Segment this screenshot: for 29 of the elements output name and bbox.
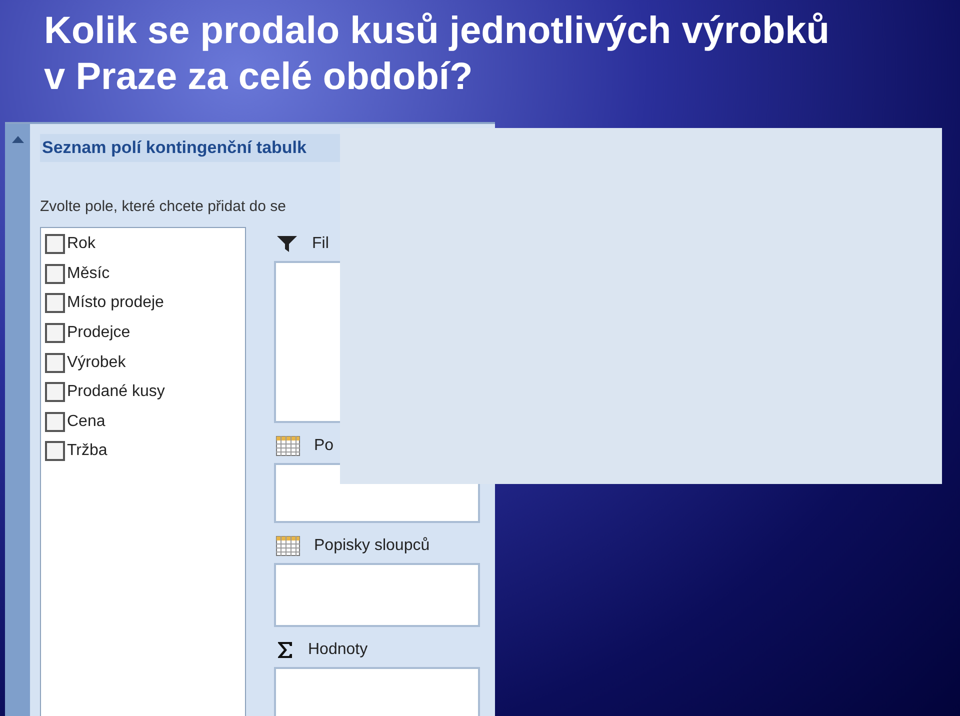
area-label: Po [314,436,334,456]
sigma-icon [276,640,294,658]
field-label[interactable]: Tržba [67,439,108,464]
instruction-text: Zvolte pole, které chcete přidat do se [40,197,287,217]
table-grid-icon [276,536,300,556]
checkbox[interactable] [45,264,65,284]
field-label[interactable]: Prodané kusy [67,380,165,404]
filter-icon [276,234,298,252]
checkbox[interactable] [45,352,65,373]
checkbox[interactable] [45,234,65,254]
checkbox[interactable] [45,441,65,462]
field-label[interactable]: Výrobek [67,350,126,375]
field-label[interactable]: Rok [67,232,96,256]
checkbox[interactable] [45,323,65,344]
area-label: Fil [312,234,329,254]
field-label[interactable]: Měsíc [67,262,110,286]
table-grid-icon [276,436,300,456]
area-label: Hodnoty [308,640,368,660]
field-label[interactable]: Místo prodeje [67,291,164,316]
checkbox[interactable] [45,293,65,314]
checkbox[interactable] [45,382,65,402]
slide-title: Kolik se prodalo kusů jednotlivých výrobků [44,9,831,54]
checkbox[interactable] [45,412,65,432]
field-label[interactable]: Prodejce [67,321,130,346]
scroll-bar[interactable] [5,124,30,716]
field-label[interactable]: Cena [67,410,106,434]
area-label: Popisky sloupců [314,536,430,556]
scroll-up-icon[interactable] [12,136,24,143]
slide-title: v Praze za celé období? [44,55,474,100]
